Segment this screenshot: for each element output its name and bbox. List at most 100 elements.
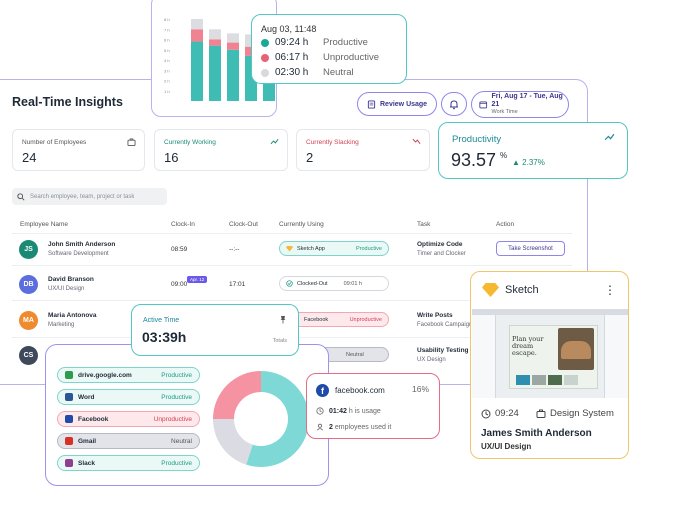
briefcase-icon (127, 138, 136, 146)
table-row[interactable]: JS John Smith Anderson Software Developm… (0, 234, 580, 264)
y-tick-label: 3 h (164, 68, 170, 73)
screenshot-thumbnail[interactable]: Plan your dream escape. (472, 309, 628, 398)
date-range-button[interactable]: Fri, Aug 17 - Tue, Aug 21 Work Time (471, 91, 569, 118)
trend-up-icon (270, 138, 279, 145)
usage-item[interactable]: drive.google.com Productive (57, 367, 200, 383)
bar-segment-productive[interactable] (209, 45, 221, 101)
date-range-sub: Work Time (491, 109, 518, 116)
tooltip-row-neutral: 02:30 h Neutral (261, 67, 354, 78)
facebook-icon (65, 415, 73, 423)
tooltip-date: Aug 03, 11:48 (261, 24, 317, 34)
y-tick-label: 2 h (164, 79, 170, 84)
employee-role: Marketing (48, 322, 75, 328)
screenshot-headline: Plan your dream escape. (512, 335, 544, 357)
sketch-icon (482, 283, 499, 297)
usage-donut-chart[interactable] (212, 370, 310, 468)
productivity-delta-value: 2.37% (522, 158, 545, 167)
search-placeholder: Search employee, team, project or task (30, 193, 135, 200)
donut-slice-unproductive[interactable] (213, 371, 261, 419)
app-status: Productive (356, 245, 382, 252)
bar-segment-productive[interactable] (227, 49, 239, 101)
working-stat-card[interactable]: Currently Working 16 (154, 129, 288, 171)
review-usage-label: Review Usage (380, 100, 428, 108)
popup-employees-text: employees used it (334, 423, 392, 431)
usage-item-status: Neutral (171, 437, 192, 445)
user-icon (316, 423, 324, 431)
tooltip-label: Productive (323, 37, 368, 48)
tooltip-hours: 09:24 h (275, 37, 309, 48)
hours-tooltip: Aug 03, 11:48 09:24 h Productive 06:17 h… (251, 14, 407, 84)
employees-stat-value: 24 (22, 150, 37, 165)
task-name: Optimize Code (417, 241, 463, 248)
working-stat-value: 16 (164, 150, 179, 165)
project-label: Design System (536, 408, 614, 419)
y-tick-label: 6 h (164, 38, 170, 43)
employee-name: David Branson (48, 276, 94, 283)
popup-usage-line: 01:42 h is usage (316, 407, 381, 415)
header-task: Task (417, 221, 431, 228)
review-usage-button[interactable]: Review Usage (357, 92, 437, 116)
check-circle-icon (286, 280, 293, 287)
app-status: 09:01 h (343, 280, 362, 287)
active-time-card: Active Time 03:39h Totals (131, 304, 299, 356)
bar-segment-unproductive[interactable] (209, 39, 221, 46)
capture-time-value: 09:24 (495, 408, 519, 419)
notifications-button[interactable] (441, 92, 467, 116)
active-time-value: 03:39h (142, 329, 187, 345)
donut-slice-neutral[interactable] (213, 419, 253, 465)
bar-segment-unproductive[interactable] (191, 29, 203, 42)
popup-employees-count: 2 (329, 423, 333, 431)
usage-item-name: Slack (78, 459, 95, 467)
usage-item-name: Facebook (78, 415, 109, 423)
slacking-stat-label: Currently Slacking (306, 139, 359, 146)
app-usage-card: drive.google.com Productive Word Product… (45, 344, 329, 486)
usage-item-status: Productive (161, 371, 192, 379)
productivity-card[interactable]: Productivity 93.57 % ▲ 2.37% (438, 122, 628, 179)
employees-stat-card[interactable]: Number of Employees 24 (12, 129, 145, 171)
bar-segment-neutral[interactable] (191, 19, 203, 30)
usage-item[interactable]: Gmail Neutral (57, 433, 200, 449)
facebook-usage-popup: f facebook.com 16% 01:42 h is usage 2 em… (306, 373, 440, 439)
usage-item[interactable]: Slack Productive (57, 455, 200, 471)
tooltip-row-unproductive: 06:17 h Unproductive (261, 52, 379, 63)
pin-icon (280, 316, 286, 324)
bar-segment-unproductive[interactable] (227, 42, 239, 50)
bar-segment-neutral[interactable] (209, 29, 221, 40)
clock-in: 09:00 (171, 281, 188, 288)
employees-stat-label: Number of Employees (22, 139, 87, 146)
employee-role: Software Development (48, 251, 109, 257)
popup-usage-text: h is usage (348, 407, 381, 415)
task-name: Write Posts (417, 312, 453, 319)
tooltip-hours: 06:17 h (275, 52, 309, 63)
y-tick-label: 8 h (164, 17, 170, 22)
active-time-title: Active Time (143, 317, 180, 324)
more-menu-icon[interactable]: ⋮ (604, 283, 616, 297)
bar-segment-neutral[interactable] (227, 33, 239, 43)
employee-name: John Smith Anderson (48, 241, 116, 248)
bell-icon (450, 99, 458, 109)
search-input[interactable]: Search employee, team, project or task (12, 188, 167, 205)
avatar: DB (19, 275, 38, 294)
popup-percent: 16% (411, 384, 429, 394)
word-icon (65, 393, 73, 401)
briefcase-icon (536, 409, 546, 418)
take-screenshot-button[interactable]: Take Screenshot (496, 241, 565, 256)
y-tick-label: 4 h (164, 58, 170, 63)
clock-out: 17:01 (229, 281, 246, 288)
employee-role: UX/UI Design (481, 442, 532, 451)
trend-down-icon (412, 138, 421, 145)
slacking-stat-card[interactable]: Currently Slacking 2 (296, 129, 430, 171)
header-clock-in: Clock-In (171, 221, 195, 228)
sketch-screenshot-card[interactable]: Sketch ⋮ Plan your dream escape. 09:24 D… (470, 271, 629, 459)
usage-item[interactable]: Facebook Unproductive (57, 411, 200, 427)
usage-item-name: Gmail (78, 437, 97, 445)
usage-item[interactable]: Word Productive (57, 389, 200, 405)
avatar: CS (19, 346, 38, 365)
clock-icon (481, 409, 491, 418)
usage-item-status: Productive (161, 393, 192, 401)
trend-up-icon (604, 133, 615, 141)
avatar: MA (19, 311, 38, 330)
bar-segment-productive[interactable] (191, 41, 203, 101)
date-range-label: Fri, Aug 17 - Tue, Aug 21 (491, 93, 563, 109)
task-sub: Timer and Clocker (417, 251, 466, 257)
